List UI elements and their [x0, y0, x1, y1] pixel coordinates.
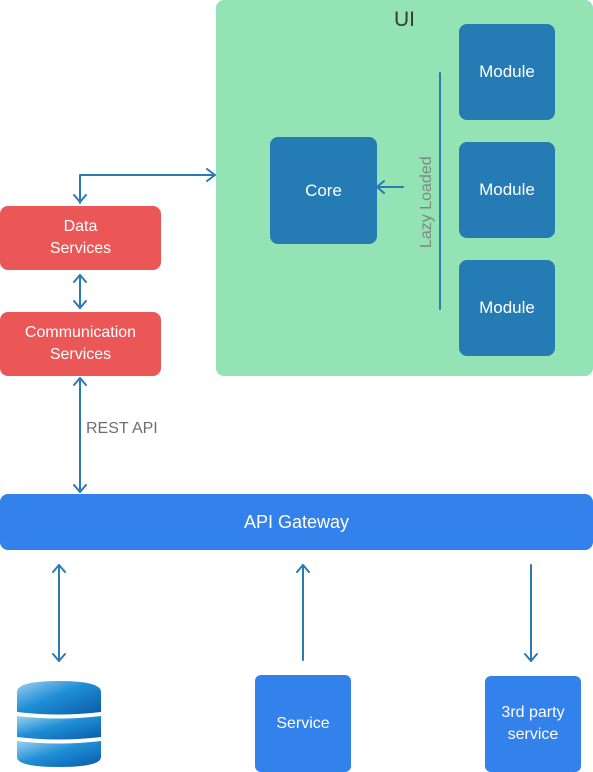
database-icon: [17, 681, 101, 767]
connectors: [17, 72, 538, 767]
ui-to-data-services-connector: [79, 174, 216, 204]
